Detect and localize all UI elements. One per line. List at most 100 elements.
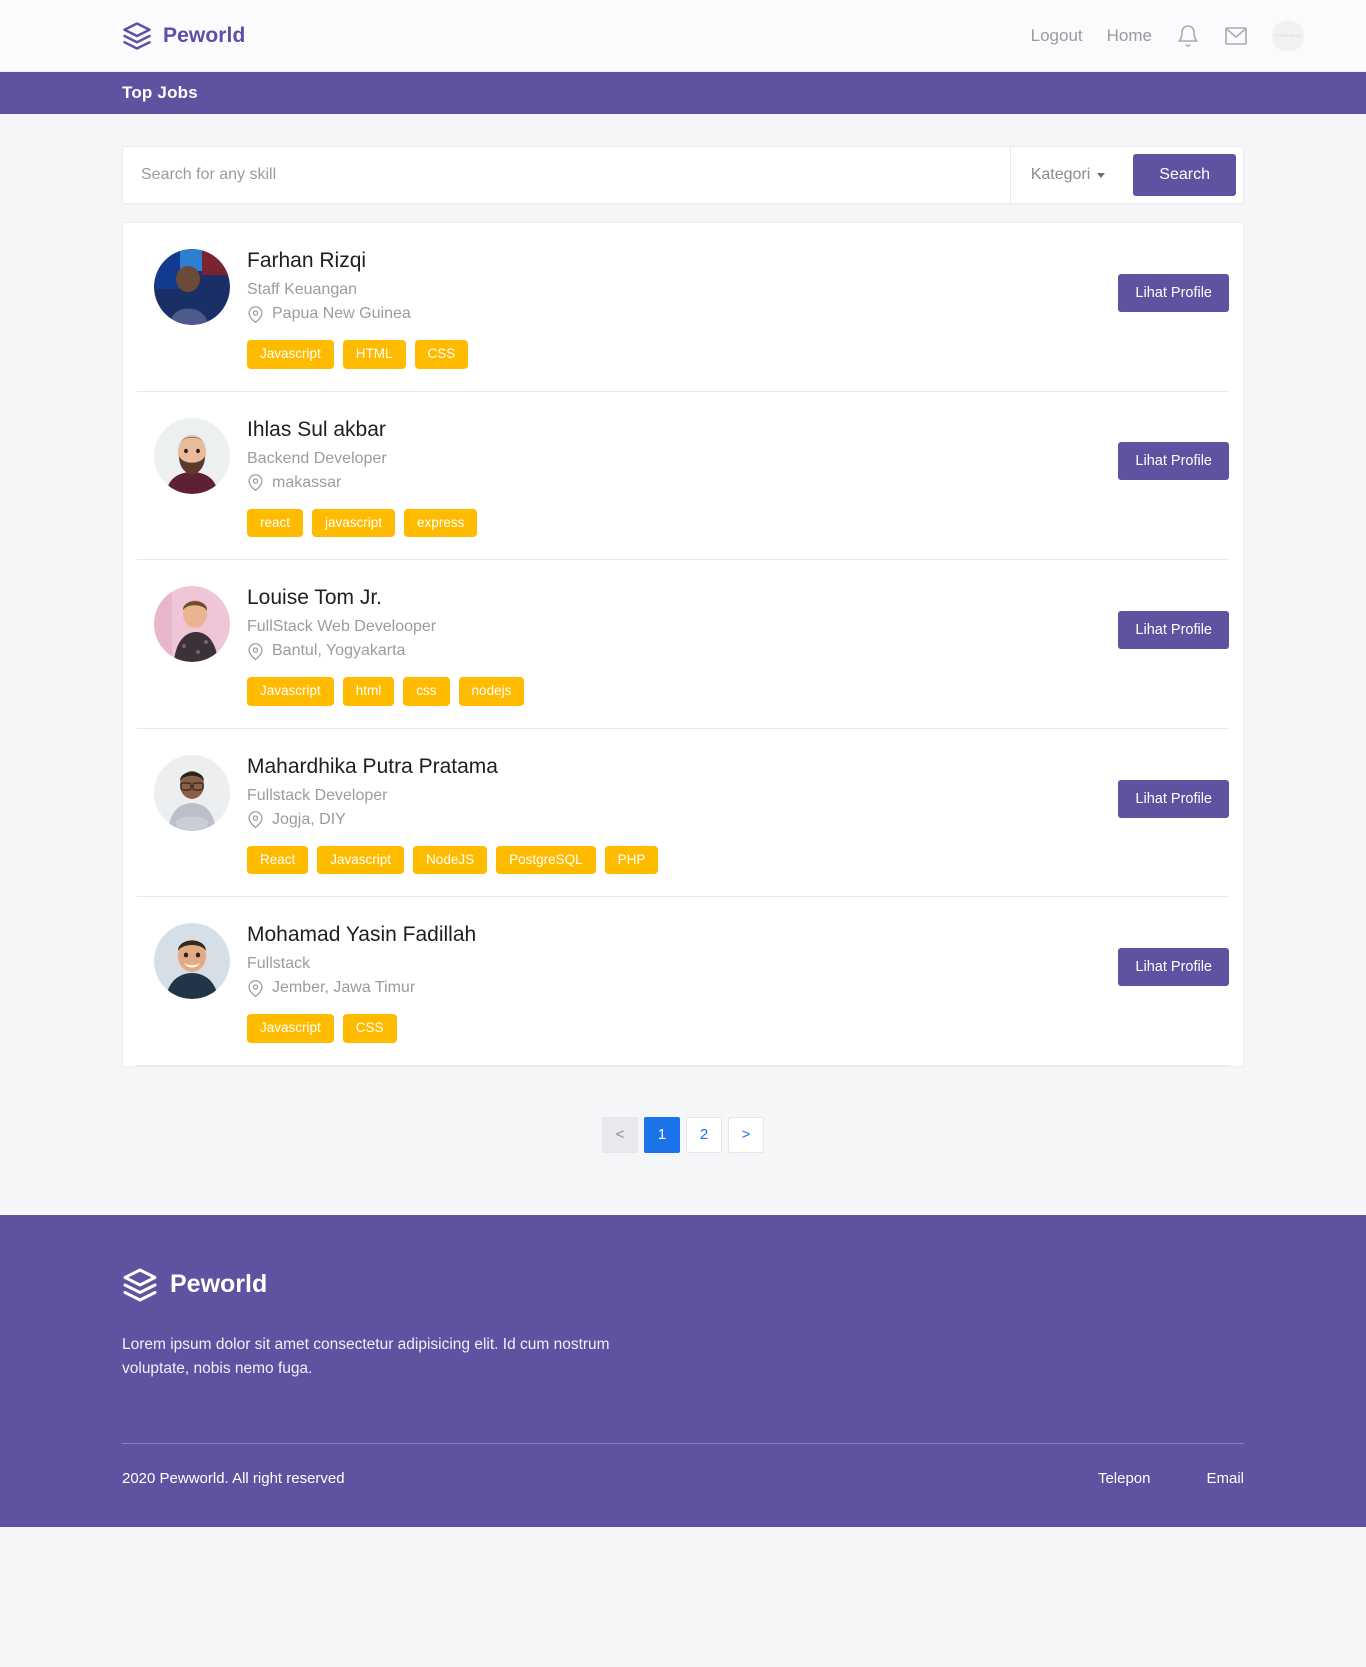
envelope-icon[interactable] xyxy=(1224,24,1248,48)
worker-info: Louise Tom Jr. FullStack Web Develooper … xyxy=(247,584,1079,706)
worker-info: Mahardhika Putra Pratama Fullstack Devel… xyxy=(247,753,1079,875)
skill-tag[interactable]: Javascript xyxy=(247,677,334,706)
avatar-cell xyxy=(137,416,247,494)
footer-bottom: 2020 Pewworld. All right reserved Telepo… xyxy=(122,1444,1244,1527)
logout-link[interactable]: Logout xyxy=(1031,26,1083,46)
footer: Peworld Lorem ipsum dolor sit amet conse… xyxy=(0,1214,1366,1527)
worker-location-text: Jember, Jawa Timur xyxy=(272,979,416,997)
avatar[interactable]: broken image xyxy=(1272,19,1304,52)
worker-avatar xyxy=(154,923,230,1000)
main-content: Kategori Search xyxy=(0,114,1366,1215)
worker-info: Ihlas Sul akbar Backend Developer makass… xyxy=(247,416,1079,538)
page-title: Top Jobs xyxy=(122,83,198,102)
table-row: Mahardhika Putra Pratama Fullstack Devel… xyxy=(137,729,1229,898)
worker-location-text: Bantul, Yogyakarta xyxy=(272,642,406,660)
pagination-prev[interactable]: < xyxy=(602,1116,638,1153)
category-label: Kategori xyxy=(1030,166,1091,183)
skill-tag[interactable]: HTML xyxy=(342,340,406,369)
copyright-text: 2020 Pewworld. All right reserved xyxy=(122,1470,345,1487)
map-pin-icon xyxy=(247,980,264,997)
skill-tag[interactable]: css xyxy=(403,677,450,706)
map-pin-icon xyxy=(247,642,264,660)
worker-avatar xyxy=(154,249,230,325)
layers-icon xyxy=(122,1267,158,1303)
skill-tag[interactable]: Javascript xyxy=(247,340,334,369)
worker-results-list: Farhan Rizqi Staff Keuangan Papua New Gu… xyxy=(122,222,1244,1067)
view-profile-button[interactable]: Lihat Profile xyxy=(1118,273,1229,312)
skill-tag[interactable]: CSS xyxy=(342,1014,397,1043)
worker-info: Mohamad Yasin Fadillah Fullstack Jember,… xyxy=(247,921,1079,1043)
pagination-page-2[interactable]: 2 xyxy=(686,1116,722,1153)
skill-tag[interactable]: PostgreSQL xyxy=(496,845,596,875)
worker-location-text: Papua New Guinea xyxy=(272,305,411,323)
page-root: Peworld Logout Home broken image Top Job… xyxy=(0,0,1366,1527)
worker-name: Ihlas Sul akbar xyxy=(247,417,386,441)
search-button[interactable]: Search xyxy=(1133,154,1236,196)
skill-tag[interactable]: nodejs xyxy=(458,677,525,706)
worker-avatar xyxy=(154,417,230,494)
category-dropdown[interactable]: Kategori xyxy=(1009,147,1126,203)
worker-role: Staff Keuangan xyxy=(247,281,358,299)
worker-name: Louise Tom Jr. xyxy=(247,586,383,610)
skill-tag[interactable]: javascript xyxy=(312,508,396,538)
worker-avatar xyxy=(154,754,230,831)
view-profile-button[interactable]: Lihat Profile xyxy=(1118,610,1229,649)
pagination: < 1 2 > xyxy=(122,1067,1244,1215)
map-pin-icon xyxy=(247,811,264,829)
skill-tag[interactable]: NodeJS xyxy=(413,845,488,875)
profile-button-cell: Lihat Profile xyxy=(1079,416,1229,538)
footer-description: Lorem ipsum dolor sit amet consectetur a… xyxy=(122,1335,610,1377)
worker-location: Jember, Jawa Timur xyxy=(247,979,1079,997)
worker-role: Backend Developer xyxy=(247,449,387,467)
view-profile-button[interactable]: Lihat Profile xyxy=(1118,779,1229,818)
bell-icon[interactable] xyxy=(1176,24,1200,48)
profile-button-cell: Lihat Profile xyxy=(1079,247,1229,369)
skill-tag[interactable]: react xyxy=(247,508,304,538)
skill-tags: React Javascript NodeJS PostgreSQL PHP xyxy=(247,845,1079,875)
footer-link-email[interactable]: Email xyxy=(1206,1470,1244,1487)
skill-tag[interactable]: html xyxy=(342,677,395,706)
skill-tag[interactable]: express xyxy=(404,508,478,538)
map-pin-icon xyxy=(247,474,264,492)
view-profile-button[interactable]: Lihat Profile xyxy=(1118,948,1229,987)
worker-location: Jogja, DIY xyxy=(247,811,1079,829)
skill-tags: Javascript CSS xyxy=(247,1014,1079,1043)
skill-tags: Javascript html css nodejs xyxy=(247,677,1079,706)
skill-tags: Javascript HTML CSS xyxy=(247,340,1079,369)
avatar-cell xyxy=(137,921,247,1000)
profile-button-cell: Lihat Profile xyxy=(1079,584,1229,706)
table-row: Louise Tom Jr. FullStack Web Develooper … xyxy=(137,560,1229,729)
worker-avatar xyxy=(154,586,230,663)
worker-location: Papua New Guinea xyxy=(247,305,1079,323)
skill-tag[interactable]: React xyxy=(247,845,309,875)
footer-link-telepon[interactable]: Telepon xyxy=(1098,1470,1151,1487)
search-input[interactable] xyxy=(123,147,1010,203)
view-profile-button[interactable]: Lihat Profile xyxy=(1118,442,1229,481)
skill-tag[interactable]: PHP xyxy=(604,845,659,875)
navbar-actions: Logout Home broken image xyxy=(1031,19,1304,52)
worker-role: FullStack Web Develooper xyxy=(247,618,437,636)
pagination-next[interactable]: > xyxy=(728,1116,764,1153)
map-pin-icon xyxy=(247,305,264,323)
worker-name: Farhan Rizqi xyxy=(247,249,367,272)
skill-tags: react javascript express xyxy=(247,508,1079,538)
profile-button-cell: Lihat Profile xyxy=(1079,921,1229,1043)
skill-tag[interactable]: Javascript xyxy=(247,1014,334,1043)
home-link[interactable]: Home xyxy=(1107,26,1152,46)
footer-brand[interactable]: Peworld xyxy=(122,1267,1244,1303)
skill-tag[interactable]: Javascript xyxy=(317,845,405,875)
profile-button-cell: Lihat Profile xyxy=(1079,753,1229,875)
worker-role: Fullstack Developer xyxy=(247,786,388,804)
table-row: Ihlas Sul akbar Backend Developer makass… xyxy=(137,392,1229,561)
skill-tag[interactable]: CSS xyxy=(414,340,469,369)
worker-info: Farhan Rizqi Staff Keuangan Papua New Gu… xyxy=(247,247,1079,369)
pagination-page-1[interactable]: 1 xyxy=(644,1116,680,1153)
worker-name: Mohamad Yasin Fadillah xyxy=(247,923,477,947)
top-navbar: Peworld Logout Home broken image xyxy=(0,0,1366,72)
brand-logo[interactable]: Peworld xyxy=(122,21,245,51)
layers-icon xyxy=(122,21,152,51)
table-row: Farhan Rizqi Staff Keuangan Papua New Gu… xyxy=(137,223,1229,392)
worker-role: Fullstack xyxy=(247,955,311,973)
worker-location: makassar xyxy=(247,474,1079,492)
worker-location-text: makassar xyxy=(272,473,342,491)
